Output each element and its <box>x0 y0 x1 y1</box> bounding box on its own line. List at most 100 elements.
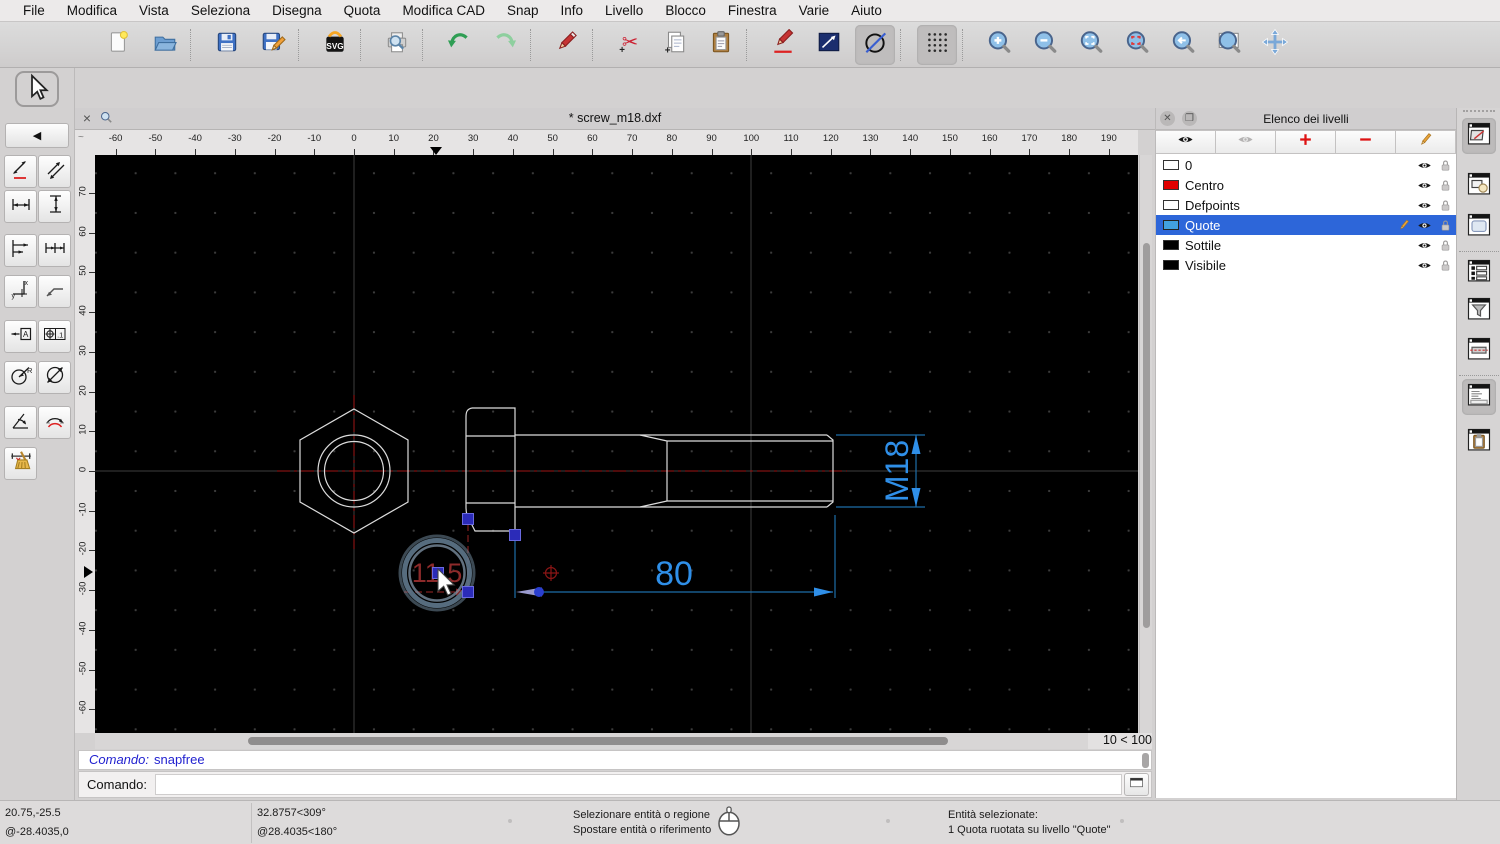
dim-baseline-button[interactable] <box>4 234 37 267</box>
drawing-canvas[interactable]: 80 M18 11.5 <box>95 155 1138 733</box>
layer-lock-icon[interactable] <box>1435 218 1456 233</box>
layer-visibility-icon[interactable] <box>1414 198 1435 213</box>
dim-aligned-button[interactable] <box>4 155 37 188</box>
cut-button[interactable]: ✂ + <box>609 25 649 65</box>
dock-command-line-button[interactable] <box>1462 379 1496 415</box>
dim-diameter-button[interactable] <box>38 361 71 394</box>
layer-row-defpoints[interactable]: Defpoints <box>1156 195 1456 215</box>
centerlines <box>277 395 847 549</box>
paste-button[interactable] <box>701 25 741 65</box>
back-button[interactable]: ◀ <box>5 123 69 148</box>
zoom-select-button[interactable] <box>1117 25 1157 65</box>
save-button[interactable] <box>207 25 247 65</box>
undo-button[interactable] <box>439 25 479 65</box>
dock-block-list-button[interactable] <box>1462 168 1496 204</box>
layer-lock-icon[interactable] <box>1435 198 1456 213</box>
dim-arc-icon <box>43 408 67 437</box>
horizontal-scroll-thumb[interactable] <box>248 737 948 745</box>
add-layer-button[interactable] <box>1276 130 1336 154</box>
zoom-previous-button[interactable] <box>1163 25 1203 65</box>
dim-arc-button[interactable] <box>38 406 71 439</box>
hide-all-eye-button[interactable] <box>1216 130 1276 154</box>
redo-button[interactable] <box>485 25 525 65</box>
layer-visibility-icon[interactable] <box>1414 178 1435 193</box>
zoom-in-button[interactable] <box>979 25 1019 65</box>
dim-text-thread[interactable]: M18 <box>879 440 915 502</box>
zoom-pan-button[interactable] <box>1255 25 1295 65</box>
dim-tolerance-button[interactable]: .1 <box>38 320 71 353</box>
dim-ordinate-button[interactable]: xy <box>4 275 37 308</box>
menu-item-modifica-cad[interactable]: Modifica CAD <box>391 3 496 18</box>
dim-radius-button[interactable]: R <box>4 361 37 394</box>
dock-layer-list-button[interactable] <box>1462 118 1496 154</box>
menu-item-info[interactable]: Info <box>550 3 595 18</box>
menu-item-vista[interactable]: Vista <box>128 3 180 18</box>
grid-button[interactable] <box>917 24 957 65</box>
zoom-out-button[interactable] <box>1025 25 1065 65</box>
print-preview-button[interactable] <box>377 25 417 65</box>
layer-lock-icon[interactable] <box>1435 238 1456 253</box>
dim-continue-button[interactable] <box>38 234 71 267</box>
menu-item-finestra[interactable]: Finestra <box>717 3 788 18</box>
layer-edit-icon[interactable] <box>1393 218 1414 232</box>
svg-export-button[interactable]: SVG <box>315 25 355 65</box>
dock-library-browser-button[interactable] <box>1462 209 1496 245</box>
menu-item-snap[interactable]: Snap <box>496 3 550 18</box>
vertical-scrollbar[interactable] <box>1139 155 1152 733</box>
menu-item-file[interactable]: File <box>12 3 56 18</box>
menu-item-modifica[interactable]: Modifica <box>56 3 128 18</box>
menu-item-disegna[interactable]: Disegna <box>261 3 333 18</box>
new-file-button[interactable] <box>99 25 139 65</box>
dock-pen-palette-button[interactable] <box>1462 333 1496 369</box>
zoom-window-button[interactable] <box>1209 25 1249 65</box>
layer-visibility-icon[interactable] <box>1414 158 1435 173</box>
dock-filter-button[interactable] <box>1462 293 1496 329</box>
layer-row-centro[interactable]: Centro <box>1156 175 1456 195</box>
dim-leader-button[interactable] <box>38 275 71 308</box>
open-folder-button[interactable] <box>145 25 185 65</box>
draw-pencil-button[interactable] <box>763 25 803 65</box>
menu-item-blocco[interactable]: Blocco <box>654 3 717 18</box>
remove-layer-button[interactable] <box>1336 130 1396 154</box>
layer-row-sottile[interactable]: Sottile <box>1156 235 1456 255</box>
dim-label-button[interactable]: A <box>4 320 37 353</box>
dim-regenerate-button[interactable] <box>4 447 37 480</box>
layer-row-visibile[interactable]: Visibile <box>1156 255 1456 275</box>
layer-lock-icon[interactable] <box>1435 158 1456 173</box>
history-scroll-thumb[interactable] <box>1142 753 1149 768</box>
menu-item-quota[interactable]: Quota <box>333 3 392 18</box>
show-all-eye-button[interactable] <box>1156 130 1216 154</box>
select-tool-button[interactable] <box>15 71 59 107</box>
menu-item-aiuto[interactable]: Aiuto <box>840 3 893 18</box>
line-tool-icon <box>816 29 842 60</box>
save-as-button[interactable] <box>253 25 293 65</box>
layer-row-0[interactable]: 0 <box>1156 155 1456 175</box>
dim-text-length[interactable]: 80 <box>655 555 693 593</box>
menu-item-livello[interactable]: Livello <box>594 3 654 18</box>
dock-clipboard-button[interactable] <box>1462 424 1496 460</box>
command-input[interactable] <box>154 774 1122 795</box>
vertical-scroll-thumb[interactable] <box>1143 243 1150 628</box>
horizontal-scrollbar[interactable] <box>95 733 1095 749</box>
layer-visibility-icon[interactable] <box>1414 218 1435 233</box>
eraser-button[interactable] <box>547 25 587 65</box>
dimension-80[interactable]: 80 <box>514 515 836 598</box>
layer-lock-icon[interactable] <box>1435 178 1456 193</box>
layer-lock-icon[interactable] <box>1435 258 1456 273</box>
layer-visibility-icon[interactable] <box>1414 258 1435 273</box>
zoom-auto-button[interactable] <box>1071 25 1111 65</box>
dim-linear-button[interactable] <box>38 155 71 188</box>
command-options-button[interactable] <box>1124 773 1149 796</box>
layer-row-quote[interactable]: Quote <box>1156 215 1456 235</box>
edit-layer-button[interactable] <box>1396 130 1456 154</box>
dim-horizontal-button[interactable] <box>4 190 37 223</box>
copy-button[interactable]: + <box>655 25 695 65</box>
snap-free-button[interactable] <box>855 24 895 65</box>
dock-entity-list-button[interactable] <box>1462 255 1496 291</box>
dim-angular-button[interactable] <box>4 406 37 439</box>
line-tool-button[interactable] <box>809 25 849 65</box>
layer-visibility-icon[interactable] <box>1414 238 1435 253</box>
menu-item-varie[interactable]: Varie <box>788 3 841 18</box>
menu-item-seleziona[interactable]: Seleziona <box>180 3 261 18</box>
dim-vertical-button[interactable] <box>38 190 71 223</box>
